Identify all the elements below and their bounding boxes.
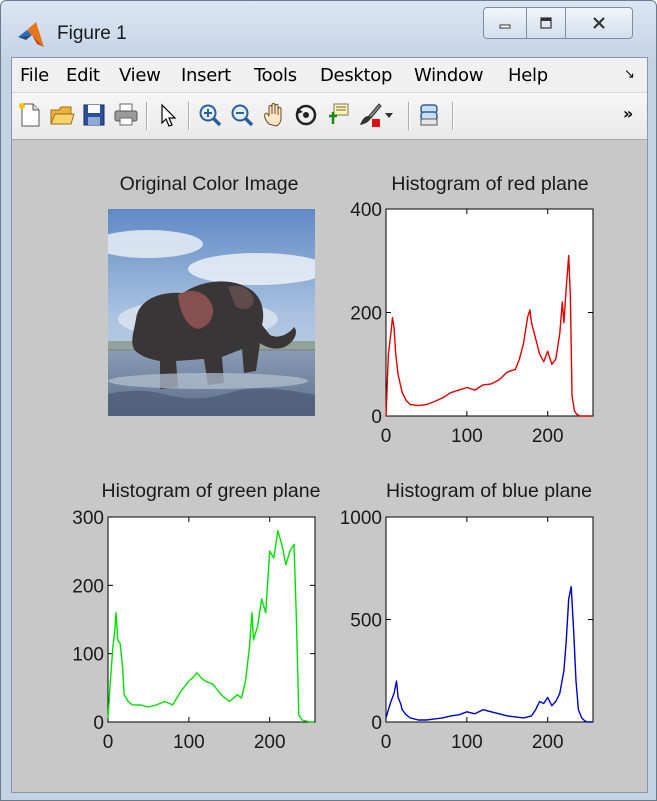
data-cursor-button[interactable]: [324, 101, 352, 129]
menu-view[interactable]: View: [119, 65, 161, 86]
data-cursor-icon: [329, 103, 349, 124]
save-button[interactable]: [80, 101, 108, 129]
matlab-icon: [18, 22, 44, 47]
minimize-icon: [499, 24, 511, 29]
zoom-out-button[interactable]: [228, 101, 256, 129]
pointer-button[interactable]: [154, 101, 182, 129]
rotate-3d-button[interactable]: [292, 101, 320, 129]
menu-insert[interactable]: Insert: [181, 65, 231, 86]
x-tick-label: 200: [532, 426, 564, 447]
link-plot-icon: [420, 104, 438, 126]
y-tick-label: 1000: [340, 508, 382, 529]
y-tick-label: 500: [350, 611, 382, 632]
y-tick-label: 200: [72, 576, 104, 597]
title-bar[interactable]: Figure 1: [1, 1, 656, 57]
toolbar-separator: [188, 102, 190, 130]
brush-dropdown-icon: [385, 113, 393, 118]
y-tick-label: 400: [350, 200, 382, 221]
minimize-button[interactable]: [483, 7, 527, 39]
blue-histogram-axes-box: [385, 516, 594, 723]
window-title: Figure 1: [57, 23, 127, 44]
toolbar-overflow-button[interactable]: »: [623, 104, 633, 123]
red-histogram-chart: 0 100 200 0 200 400: [350, 200, 594, 447]
link-plot-button[interactable]: [416, 101, 444, 129]
close-icon: [593, 17, 605, 29]
x-tick-label: 0: [103, 732, 114, 753]
y-tick-label: 0: [371, 713, 382, 734]
zoom-out-icon: [231, 104, 254, 127]
toolbar-separator: [452, 102, 454, 130]
print-icon: [114, 103, 138, 126]
x-tick-label: 100: [173, 732, 205, 753]
green-histogram-axes-box: [107, 516, 316, 723]
maximize-button[interactable]: [527, 7, 566, 39]
x-tick-label: 100: [451, 426, 483, 447]
new-figure-icon: [19, 103, 40, 127]
menu-edit[interactable]: Edit: [66, 65, 100, 86]
rotate-3d-icon: [295, 104, 317, 126]
figure-toolbar: »: [12, 93, 647, 140]
open-file-button[interactable]: [48, 101, 76, 129]
figure-window: Figure 1 File Edit View Insert Tools Des…: [0, 0, 657, 801]
menu-tools[interactable]: Tools: [254, 65, 297, 86]
figure-canvas: Original Color Image Histogram of red pl…: [12, 140, 647, 792]
y-tick-label: 100: [72, 645, 104, 666]
x-tick-label: 200: [532, 732, 564, 753]
zoom-in-button[interactable]: [196, 101, 224, 129]
menu-dock-arrow-icon[interactable]: ↘: [624, 67, 635, 82]
green-histogram-chart: 0 100 200 0 100 200 300: [72, 508, 316, 753]
pointer-icon: [161, 103, 177, 127]
save-icon: [83, 104, 105, 126]
toolbar-separator: [408, 102, 410, 130]
y-tick-label: 200: [350, 304, 382, 325]
brush-dropdown-button[interactable]: [380, 101, 398, 129]
maximize-icon: [540, 17, 552, 29]
y-tick-label: 0: [93, 713, 104, 734]
x-tick-label: 200: [254, 732, 286, 753]
menu-bar: File Edit View Insert Tools Desktop Wind…: [12, 58, 647, 93]
x-tick-label: 0: [381, 732, 392, 753]
x-tick-label: 100: [451, 732, 483, 753]
pan-hand-icon: [264, 103, 282, 127]
x-tick-label: 0: [381, 426, 392, 447]
new-figure-button[interactable]: [16, 101, 44, 129]
zoom-in-icon: [199, 104, 222, 127]
open-file-icon: [50, 106, 75, 125]
menu-file[interactable]: File: [20, 65, 49, 86]
menu-help[interactable]: Help: [508, 65, 548, 86]
toolbar-separator: [146, 102, 148, 130]
y-tick-label: 0: [371, 407, 382, 428]
menu-window[interactable]: Window: [414, 65, 483, 86]
print-button[interactable]: [112, 101, 140, 129]
close-button[interactable]: [566, 7, 633, 39]
blue-histogram-chart: 0 100 200 0 500 1000: [340, 508, 594, 753]
window-controls: [483, 7, 633, 39]
histogram-axes-layer: 0 100 200 0 200 400 0 100 200 0 100 200 300 0 100 200 0 5…: [72, 200, 594, 753]
figure-client-area: File Edit View Insert Tools Desktop Wind…: [11, 57, 648, 793]
y-tick-label: 300: [72, 508, 104, 529]
pan-button[interactable]: [260, 101, 288, 129]
menu-desktop[interactable]: Desktop: [320, 65, 392, 86]
